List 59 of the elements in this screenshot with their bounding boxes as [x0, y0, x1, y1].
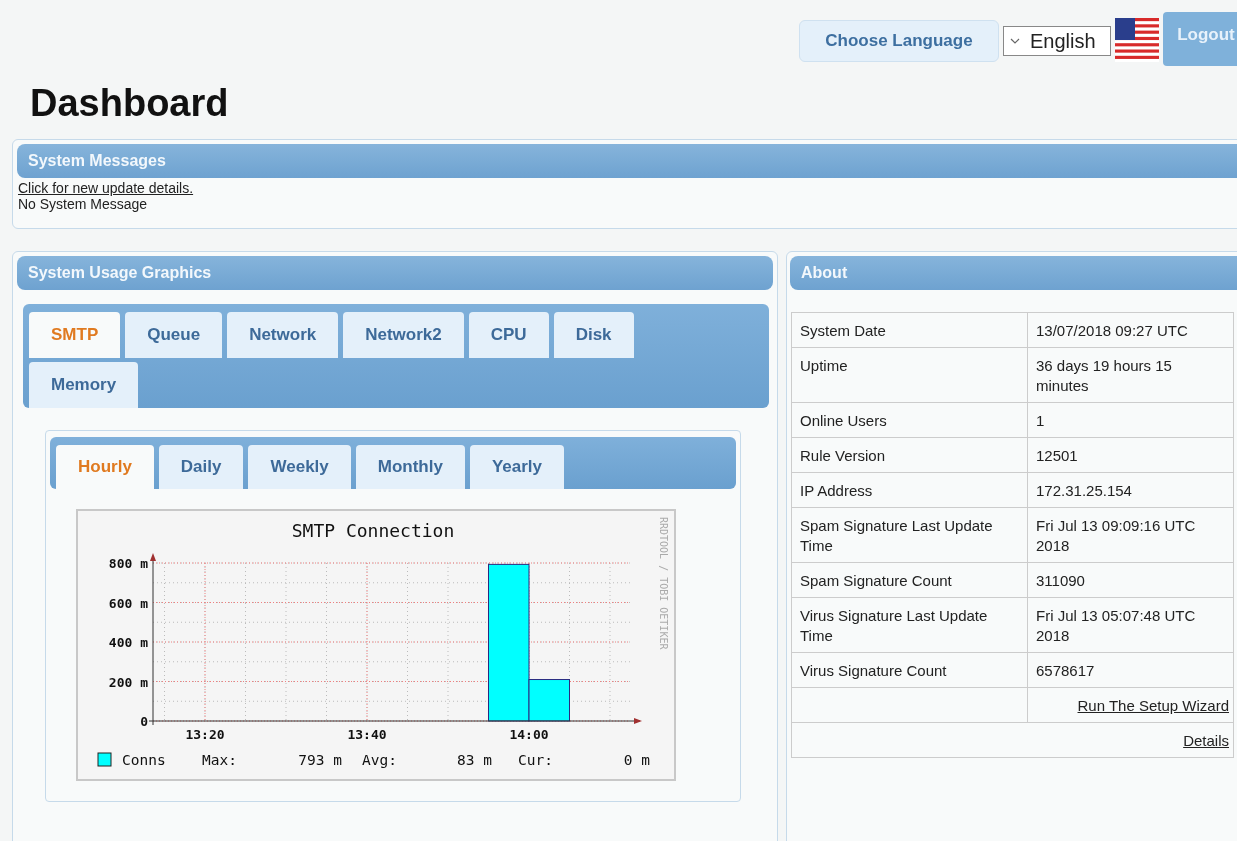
legend-label: Avg: — [362, 752, 397, 768]
flag-icon[interactable] — [1115, 18, 1159, 62]
language-select[interactable]: English — [1003, 26, 1111, 56]
credit-text: RRDTOOL / TOBI OETIKER — [658, 517, 669, 650]
y-tick-label: 600 m — [108, 595, 148, 611]
table-cell: 172.31.25.154 — [1027, 472, 1234, 508]
page-title: Dashboard — [30, 81, 230, 125]
graph-tab[interactable]: SMTP — [29, 312, 121, 358]
graph-tab[interactable]: Memory — [29, 362, 139, 408]
legend-swatch — [97, 752, 112, 767]
table-cell: 12501 — [1027, 437, 1234, 473]
panel-header: About — [790, 256, 1237, 290]
y-tick-label: 800 m — [108, 556, 148, 571]
table-cell: Virus Signature Count — [791, 652, 1028, 688]
details-link[interactable]: Details — [1183, 732, 1229, 749]
table-cell: Fri Jul 13 09:09:16 UTC 2018 — [1027, 507, 1234, 563]
table-cell: 311090 — [1027, 562, 1234, 598]
panel-header: System Usage Graphics — [17, 256, 773, 290]
table-cell: Spam Signature Count — [791, 562, 1028, 598]
x-tick-label: 13:20 — [185, 727, 225, 742]
legend-value: 83 m — [457, 752, 492, 768]
period-tab[interactable]: Monthly — [355, 445, 465, 489]
period-tab[interactable]: Hourly — [56, 445, 154, 489]
y-tick-label: 0 — [140, 714, 148, 729]
y-tick-label: 400 m — [108, 635, 148, 650]
table-cell: Uptime — [791, 347, 1028, 403]
table-cell: 1 — [1027, 402, 1234, 438]
panel-header: System Messages — [17, 144, 1237, 178]
table-cell: Spam Signature Last Update Time — [791, 507, 1028, 563]
table-cell: 36 days 19 hours 15 minutes — [1027, 347, 1234, 403]
chevron-down-icon — [1010, 38, 1020, 44]
period-tab[interactable]: Daily — [158, 445, 244, 489]
graph-tab[interactable]: Disk — [553, 312, 634, 358]
graph-tab[interactable]: Network2 — [343, 312, 464, 358]
table-cell: System Date — [791, 312, 1028, 348]
update-details-link[interactable]: Click for new update details. — [18, 180, 194, 196]
table-cell: Fri Jul 13 05:07:48 UTC 2018 — [1027, 597, 1234, 653]
period-tab[interactable]: Yearly — [469, 445, 565, 489]
x-tick-label: 14:00 — [509, 727, 549, 742]
graph-tab[interactable]: Network — [227, 312, 339, 358]
table-cell: Rule Version — [791, 437, 1028, 473]
legend-label: Conns — [122, 752, 166, 768]
table-cell: Online Users — [791, 402, 1028, 438]
choose-language-button[interactable]: Choose Language — [799, 20, 999, 62]
chart-title: SMTP Connection — [291, 520, 455, 541]
legend-value: 793 m — [298, 752, 342, 768]
table-cell: IP Address — [791, 472, 1028, 508]
graph-tab[interactable]: Queue — [125, 312, 223, 358]
legend-label: Cur: — [518, 752, 553, 768]
graph-tab[interactable]: CPU — [468, 312, 549, 358]
y-tick-label: 200 m — [108, 674, 148, 690]
x-tick-label: 13:40 — [347, 727, 387, 742]
table-cell: 6578617 — [1027, 652, 1234, 688]
table-cell: 13/07/2018 09:27 UTC — [1027, 312, 1234, 348]
table-cell: Virus Signature Last Update Time — [791, 597, 1028, 653]
legend-value: 0 m — [623, 752, 650, 768]
period-tab[interactable]: Weekly — [248, 445, 351, 489]
legend-label: Max: — [202, 752, 237, 768]
system-message-text: No System Message — [18, 196, 149, 212]
